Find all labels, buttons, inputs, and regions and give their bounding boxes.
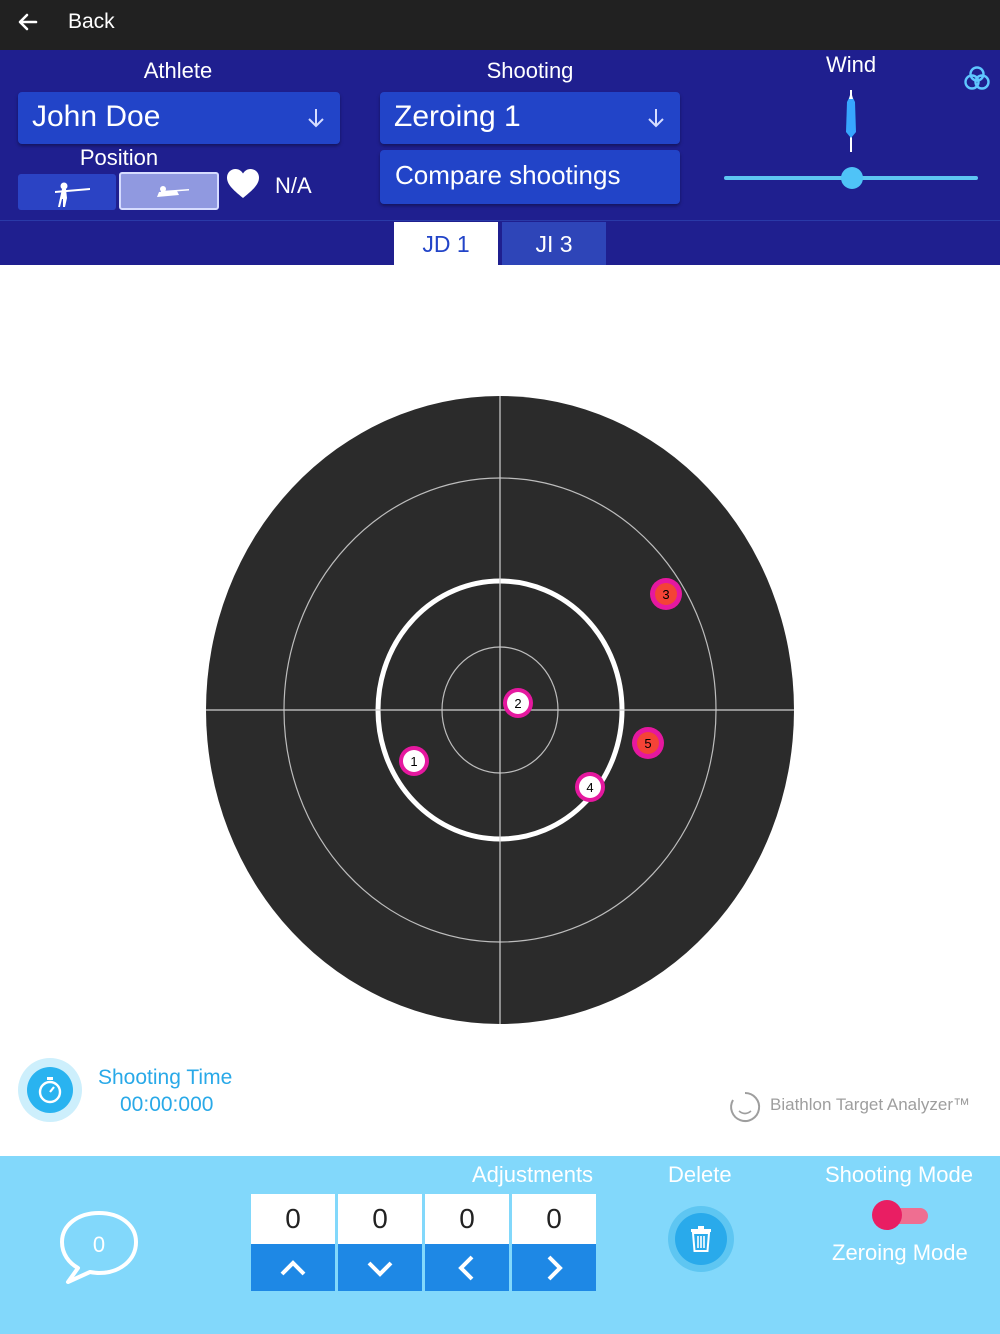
wind-slider-thumb[interactable] xyxy=(841,167,863,189)
adjust-left-button[interactable] xyxy=(425,1244,509,1291)
tab-ji-3[interactable]: JI 3 xyxy=(502,222,606,265)
athlete-dropdown-value: John Doe xyxy=(32,100,161,133)
stopwatch-button[interactable] xyxy=(18,1058,82,1122)
position-prone-button[interactable] xyxy=(119,172,219,210)
bottom-controls: 0 Adjustments 0 0 0 0 Delete Shooting Mo… xyxy=(0,1156,1000,1334)
shot-1-label: 1 xyxy=(410,754,417,769)
standing-shooter-icon xyxy=(55,182,90,207)
position-standing-button[interactable] xyxy=(18,174,116,210)
shot-3-label: 3 xyxy=(662,587,669,602)
chevron-up-icon xyxy=(280,1260,306,1276)
chevron-down-icon xyxy=(367,1261,393,1277)
delete-button[interactable] xyxy=(668,1206,734,1272)
shot-3[interactable]: 3 xyxy=(650,578,682,610)
adjust-left-value: 0 xyxy=(425,1194,509,1244)
delete-label: Delete xyxy=(668,1162,732,1187)
arrow-down-icon xyxy=(648,109,664,128)
adjust-right-value: 0 xyxy=(512,1194,596,1244)
shot-5[interactable]: 5 xyxy=(632,727,664,759)
brand-watermark: Biathlon Target Analyzer™ xyxy=(728,1090,998,1122)
shooting-time-label: Shooting Time xyxy=(98,1066,233,1089)
stopwatch-button-inner xyxy=(27,1067,73,1113)
shot-4[interactable]: 4 xyxy=(575,772,605,802)
shooting-dropdown-value: Zeroing 1 xyxy=(394,100,521,133)
arrow-down-icon xyxy=(308,109,324,128)
adjust-left-control: 0 xyxy=(425,1194,509,1294)
position-label: Position xyxy=(79,145,159,170)
adjust-right-control: 0 xyxy=(512,1194,596,1294)
adjust-down-value: 0 xyxy=(338,1194,422,1244)
shot-4-label: 4 xyxy=(586,780,593,795)
trash-icon xyxy=(691,1226,711,1252)
shot-2[interactable]: 2 xyxy=(503,688,533,718)
heart-icon xyxy=(227,169,259,198)
chevron-left-icon xyxy=(458,1255,474,1281)
adjust-up-button[interactable] xyxy=(251,1244,335,1291)
brand-logo-icon xyxy=(730,1091,761,1122)
stopwatch-icon xyxy=(38,1077,62,1104)
zeroing-mode-label: Zeroing Mode xyxy=(832,1240,968,1265)
shot-1[interactable]: 1 xyxy=(399,746,429,776)
shooting-header: Athlete John Doe Position N/A Shooting Z… xyxy=(0,50,1000,265)
prone-shooter-icon xyxy=(157,186,189,197)
shooting-time-value: 00:00:000 xyxy=(120,1093,214,1116)
chevron-right-icon xyxy=(547,1255,563,1281)
adjust-right-button[interactable] xyxy=(512,1244,596,1291)
adjust-down-control: 0 xyxy=(338,1194,422,1294)
adjust-down-button[interactable] xyxy=(338,1244,422,1291)
athlete-dropdown[interactable]: John Doe xyxy=(18,92,340,144)
adjust-up-control: 0 xyxy=(251,1194,335,1294)
back-button[interactable]: Back xyxy=(68,10,115,34)
shooting-label: Shooting xyxy=(486,58,574,83)
shooting-dropdown[interactable]: Zeroing 1 xyxy=(380,92,680,144)
comments-button[interactable]: 0 xyxy=(58,1210,140,1286)
mode-toggle-thumb xyxy=(872,1200,902,1230)
heart-rate-value: N/A xyxy=(275,173,312,198)
top-app-bar: Back xyxy=(0,0,1000,50)
wind-flag-icon xyxy=(846,90,856,152)
adjustments-label: Adjustments xyxy=(472,1162,594,1187)
athlete-label: Athlete xyxy=(143,58,213,83)
comment-count: 0 xyxy=(92,1232,106,1257)
shot-5-label: 5 xyxy=(644,736,651,751)
delete-button-inner xyxy=(675,1213,727,1265)
mode-toggle[interactable] xyxy=(872,1200,928,1230)
color-filter-icon[interactable] xyxy=(962,64,992,92)
adjust-up-value: 0 xyxy=(251,1194,335,1244)
compare-shootings-button[interactable]: Compare shootings xyxy=(380,150,680,204)
back-arrow-icon[interactable] xyxy=(14,8,42,36)
wind-label: Wind xyxy=(825,52,877,77)
brand-name: Biathlon Target Analyzer™ xyxy=(770,1095,971,1114)
wind-slider[interactable] xyxy=(724,166,980,190)
tab-jd-1[interactable]: JD 1 xyxy=(394,222,498,265)
shooting-target[interactable]: 1 2 3 4 5 xyxy=(0,265,1000,1045)
shooting-mode-label: Shooting Mode xyxy=(825,1162,973,1187)
shot-2-label: 2 xyxy=(514,696,521,711)
tabs-divider xyxy=(0,220,1000,221)
